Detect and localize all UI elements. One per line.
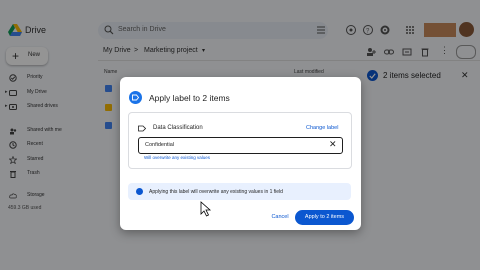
mouse-cursor-icon xyxy=(200,201,212,217)
info-icon xyxy=(136,188,143,195)
info-banner-text: Applying this label will overwrite any e… xyxy=(149,189,283,195)
classification-input-value[interactable]: Confidential xyxy=(145,142,174,148)
apply-button[interactable]: Apply to 2 items xyxy=(295,210,354,225)
dialog-title: Apply label to 2 items xyxy=(149,93,230,103)
field-name: Data Classification xyxy=(153,125,203,131)
label-tag-icon xyxy=(138,125,146,132)
cancel-button[interactable]: Cancel xyxy=(266,211,294,224)
change-label-link[interactable]: Change label xyxy=(306,125,338,131)
overwrite-helper-text: Will overwrite any existing values xyxy=(144,155,211,160)
drive-window: Drive Search in Drive ? + New Priority ▸… xyxy=(0,0,480,270)
clear-input-icon[interactable]: ✕ xyxy=(329,140,337,149)
label-tag-glyph-icon xyxy=(132,94,139,101)
